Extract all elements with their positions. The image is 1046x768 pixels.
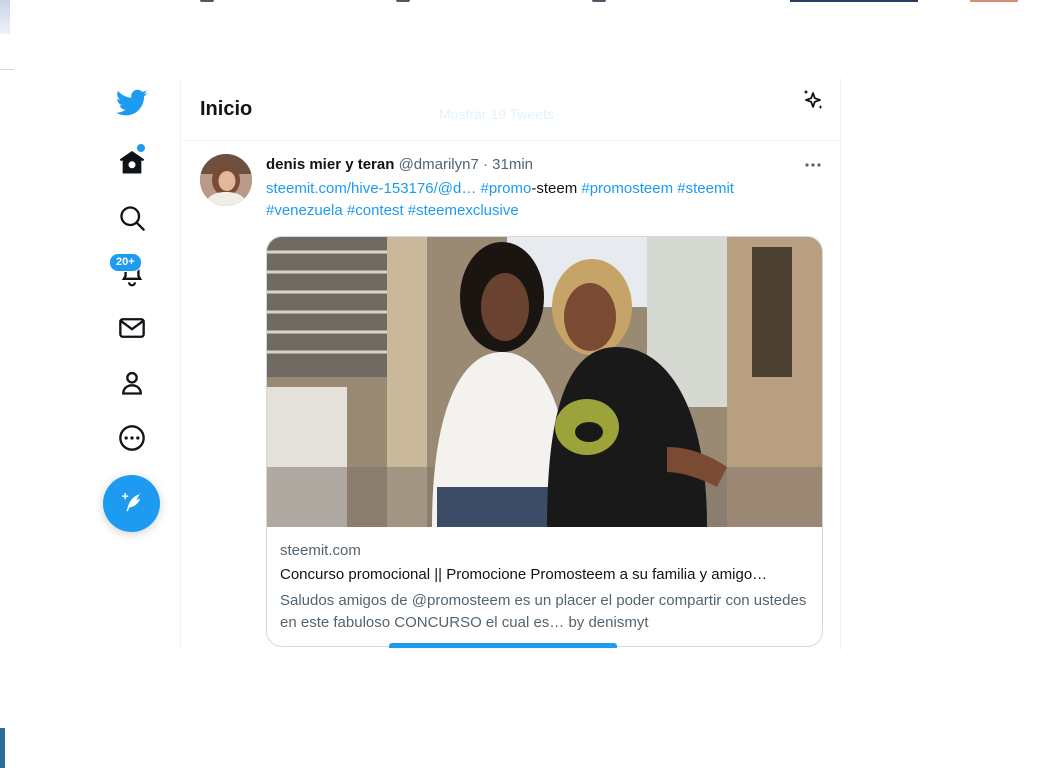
mail-icon xyxy=(119,318,145,338)
nav-home[interactable] xyxy=(104,138,160,188)
card-description: Saludos amigos de @promosteem es un plac… xyxy=(280,592,807,631)
tab-fragment xyxy=(396,0,410,2)
text-fragment: -steem xyxy=(531,180,578,197)
notification-dot xyxy=(136,143,146,153)
nav-messages[interactable] xyxy=(104,303,160,353)
tweet-link[interactable]: steemit.com/hive-153176/@d… xyxy=(266,180,476,197)
nav-explore[interactable] xyxy=(104,193,160,243)
show-new-tweets-ghost: Mostrar 19 Tweets xyxy=(439,106,554,122)
tab-fragment xyxy=(592,0,606,2)
sidebar: 20+ xyxy=(100,78,164,548)
home-icon xyxy=(119,150,145,174)
tweet-time[interactable]: 31min xyxy=(492,156,533,173)
card-domain: steemit.com xyxy=(280,542,361,559)
author-handle[interactable]: @dmarilyn7 xyxy=(399,156,479,173)
twitter-bird-icon xyxy=(116,89,148,116)
more-options-icon[interactable] xyxy=(801,153,825,177)
link-preview-card[interactable]: steemit.com Concurso promocional || Prom… xyxy=(266,236,823,647)
compose-tweet-icon xyxy=(121,492,142,511)
tweet-text: steemit.com/hive-153176/@d… #promo-steem… xyxy=(266,178,806,222)
notifications-badge: 20+ xyxy=(109,253,142,272)
window-edge-bottom xyxy=(0,728,5,768)
divider xyxy=(0,69,14,70)
main-timeline: Inicio Mostrar 19 Tweets denis mier y te… xyxy=(180,78,841,650)
tab-fragment xyxy=(200,0,214,2)
sparkle-icon[interactable] xyxy=(801,88,825,112)
search-icon xyxy=(120,206,145,231)
card-title: Concurso promocional || Promocione Promo… xyxy=(280,566,768,583)
timeline-header: Inicio Mostrar 19 Tweets xyxy=(181,78,840,141)
hashtag-steemexclusive[interactable]: #steemexclusive xyxy=(408,202,519,219)
hashtag-venezuela[interactable]: #venezuela xyxy=(266,202,343,219)
toolbar-fragment xyxy=(790,0,918,2)
hashtag-promosteem[interactable]: #promosteem xyxy=(581,180,673,197)
tweet[interactable]: denis mier y teran @dmarilyn7 · 31min st… xyxy=(181,141,840,650)
nav-more[interactable] xyxy=(104,413,160,463)
twitter-logo-button[interactable] xyxy=(104,78,160,128)
separator: · xyxy=(483,156,488,173)
hashtag-contest[interactable]: #contest xyxy=(347,202,404,219)
page-title: Inicio xyxy=(200,98,253,120)
profile-icon xyxy=(122,371,142,395)
window-edge xyxy=(0,0,10,34)
card-photo xyxy=(267,237,822,527)
compose-tweet-button[interactable] xyxy=(103,475,160,532)
tweet-header: denis mier y teran @dmarilyn7 · 31min xyxy=(266,156,533,173)
nav-profile[interactable] xyxy=(104,358,160,408)
hashtag-steemit[interactable]: #steemit xyxy=(677,180,734,197)
toolbar-fragment xyxy=(970,0,1018,2)
more-circle-icon xyxy=(119,425,145,451)
new-tweets-indicator[interactable] xyxy=(389,643,617,648)
author-name[interactable]: denis mier y teran xyxy=(266,156,394,173)
hashtag-promo[interactable]: #promo xyxy=(481,180,532,197)
avatar[interactable] xyxy=(200,154,252,206)
browser-top-strip xyxy=(0,0,1046,70)
avatar-image xyxy=(200,154,252,206)
